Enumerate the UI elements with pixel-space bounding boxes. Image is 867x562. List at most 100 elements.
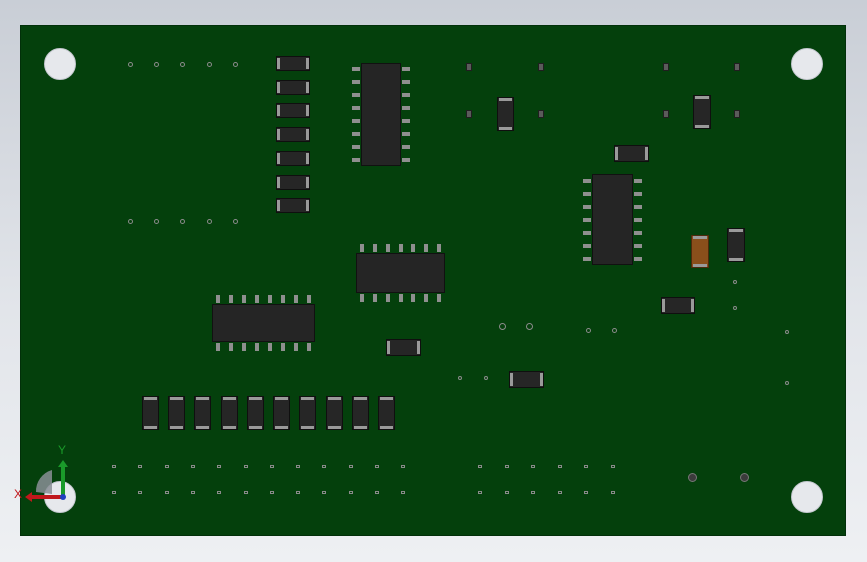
header-pin (296, 465, 301, 468)
mounting-hole-top-left (44, 48, 76, 80)
resistor[interactable] (273, 396, 290, 430)
header-pin (296, 491, 301, 494)
header-pin (217, 465, 222, 468)
resistor[interactable] (352, 396, 369, 430)
resistor[interactable] (661, 297, 695, 314)
smd-pad (734, 63, 740, 71)
resistor[interactable] (142, 396, 159, 430)
ic-pin (634, 230, 642, 235)
ic-pin (242, 295, 247, 303)
triad-arc (35, 470, 52, 494)
resistor[interactable] (276, 103, 310, 118)
header-pin (190, 491, 195, 494)
resistor[interactable] (276, 56, 310, 71)
header-pin (112, 465, 116, 468)
ic-pin (352, 106, 360, 111)
resistor[interactable] (326, 396, 343, 430)
resistor[interactable] (386, 339, 421, 356)
header-pin (584, 465, 588, 468)
header-pin (610, 491, 615, 494)
ic-pin (402, 131, 410, 136)
ic-pin (402, 157, 410, 162)
via (499, 323, 506, 330)
header-pin (138, 465, 143, 468)
via (458, 376, 462, 380)
ic-pin (229, 343, 234, 351)
smd-pad (466, 110, 472, 118)
ic-chip-u1[interactable] (361, 63, 401, 166)
resistor[interactable] (509, 371, 544, 388)
ic-pin (398, 244, 403, 252)
ic-pin (423, 244, 428, 252)
via (733, 280, 737, 284)
ic-pin (352, 93, 360, 98)
ic-pin (267, 295, 272, 303)
smd-pad (538, 110, 544, 118)
header-pin (164, 465, 169, 468)
header-pin (243, 465, 248, 468)
via (128, 219, 133, 224)
header-pin (322, 465, 327, 468)
ic-pin (385, 244, 390, 252)
via (733, 306, 737, 310)
header-pin (348, 465, 353, 468)
ic-pin (352, 131, 360, 136)
coordinate-triad-icon: Y X (14, 443, 68, 502)
resistor[interactable] (614, 145, 649, 162)
ic-pin (373, 294, 378, 302)
header-pin (478, 491, 482, 494)
header-pin (504, 491, 509, 494)
via (128, 62, 133, 67)
ic-pin (385, 294, 390, 302)
resistor[interactable] (276, 151, 310, 166)
resistor[interactable] (247, 396, 264, 430)
capacitor[interactable] (727, 228, 745, 262)
via (180, 62, 185, 67)
via (154, 219, 159, 224)
capacitor[interactable] (497, 97, 514, 131)
x-axis-label: X (14, 487, 22, 501)
smd-pad (663, 110, 669, 118)
header-pin (375, 465, 379, 468)
resistor[interactable] (168, 396, 185, 430)
ic-pin (242, 343, 247, 351)
header-pin (217, 491, 222, 494)
ic-pin (255, 295, 260, 303)
resistor[interactable] (276, 198, 310, 213)
ic-pin (634, 178, 642, 183)
ic-chip-u3[interactable] (356, 253, 445, 293)
cad-viewport[interactable]: Y X (0, 0, 867, 562)
resistor[interactable] (299, 396, 316, 430)
ic-pin (583, 230, 591, 235)
capacitor[interactable] (693, 95, 711, 129)
smd-pad (734, 110, 740, 118)
via (484, 376, 488, 380)
resistor[interactable] (276, 80, 310, 95)
header-pin (164, 491, 169, 494)
ic-pin (280, 343, 285, 351)
ic-pin (583, 217, 591, 222)
resistor[interactable] (378, 396, 395, 430)
ic-pin (293, 343, 298, 351)
ic-pin (423, 294, 428, 302)
test-point[interactable] (740, 473, 749, 482)
resistor[interactable] (276, 127, 310, 142)
via (207, 219, 212, 224)
resistor[interactable] (221, 396, 238, 430)
pcb-board[interactable] (20, 25, 846, 536)
header-pin (243, 491, 248, 494)
header-pin (531, 491, 535, 494)
ic-pin (216, 295, 221, 303)
tantalum-capacitor[interactable] (691, 235, 709, 268)
via (785, 330, 789, 334)
ic-pin (411, 294, 416, 302)
ic-chip-u2[interactable] (592, 174, 633, 265)
resistor[interactable] (276, 175, 310, 190)
ic-pin (402, 118, 410, 123)
resistor[interactable] (194, 396, 211, 430)
header-pin (401, 465, 406, 468)
header-pin (584, 491, 588, 494)
ic-chip-u4[interactable] (212, 304, 315, 342)
header-pin (322, 491, 327, 494)
test-point[interactable] (688, 473, 697, 482)
